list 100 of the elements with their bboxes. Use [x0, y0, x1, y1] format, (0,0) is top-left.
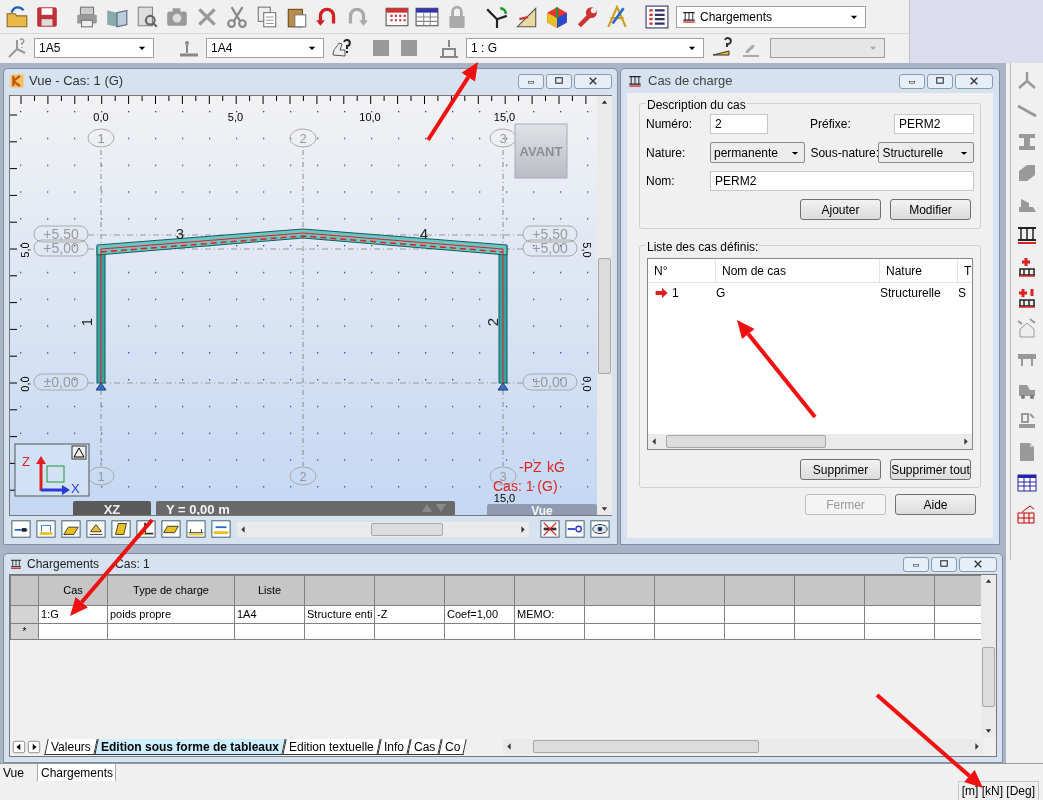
scrollbar-thumb[interactable] [371, 522, 444, 536]
maximize-button[interactable] [546, 73, 572, 89]
legend-component: -PZ [519, 459, 542, 475]
node-selection-dropdown[interactable]: 1A5 [34, 38, 154, 58]
dialog-button[interactable]: Modifier [890, 199, 971, 220]
link-icon[interactable] [563, 519, 587, 539]
column-header[interactable]: Cas [63, 584, 83, 597]
values-icon[interactable] [209, 519, 233, 539]
horizontal-scrollbar[interactable] [648, 434, 972, 449]
number-field[interactable]: 2 [710, 114, 768, 134]
scrollbar-thumb[interactable] [598, 258, 611, 374]
eye-icon[interactable] [588, 519, 612, 539]
next-tab-icon[interactable] [27, 739, 41, 754]
dialog-button[interactable]: Supprimer [800, 459, 881, 480]
bar-numbers-icon[interactable] [34, 519, 58, 539]
maximize-button[interactable] [927, 73, 953, 89]
scrollbar-thumb[interactable] [666, 435, 826, 448]
compass-icon[interactable] [605, 4, 629, 29]
save-icon[interactable] [35, 4, 59, 29]
close-button[interactable] [955, 73, 993, 89]
sheet-tab[interactable]: Co [438, 738, 467, 755]
ruler-label: 15,0 [493, 111, 516, 123]
copy-icon[interactable] [255, 4, 279, 29]
view-selector-dropdown[interactable]: Chargements [676, 5, 866, 28]
maximize-button[interactable] [931, 556, 957, 572]
member-icon[interactable] [485, 4, 509, 29]
sheet-tab[interactable]: Edition sous forme de tableaux [94, 738, 286, 755]
table-cell: poids propre [110, 608, 172, 620]
hand-help-icon[interactable] [330, 37, 352, 59]
ruler-label: 5,0 [581, 242, 593, 258]
close-icon [587, 75, 599, 87]
vertical-scrollbar[interactable] [981, 575, 996, 737]
column-header[interactable]: N° [654, 261, 668, 280]
horizontal-scrollbar[interactable] [503, 739, 983, 754]
wrench-icon[interactable] [575, 4, 599, 29]
view-toggle-icon[interactable] [71, 445, 87, 460]
level-bubble: +5,50 [522, 225, 578, 243]
column-header[interactable]: Nom de cas [722, 261, 787, 280]
column-header[interactable]: Nature [886, 261, 923, 280]
column-header[interactable]: Liste [257, 584, 282, 597]
load-help-icon[interactable] [710, 37, 734, 59]
table-cell: -Z [377, 608, 388, 620]
field-label: Nature: [646, 144, 687, 162]
scrollbar-thumb[interactable] [533, 740, 759, 753]
sheet-tab[interactable]: Valeurs [44, 738, 98, 755]
maximize-icon [553, 75, 565, 87]
grid-axis-bubble: 1 [87, 128, 115, 148]
spreadsheet-icon[interactable] [1015, 472, 1039, 494]
dialog-button[interactable]: Ajouter [800, 199, 881, 220]
name-field[interactable]: PERM2 [710, 171, 974, 191]
loads-icon[interactable] [1015, 224, 1039, 246]
node-numbers-icon[interactable] [9, 519, 33, 539]
scrollbar-thumb[interactable] [982, 647, 995, 707]
column-header[interactable]: T [964, 261, 972, 280]
load-bar-icon[interactable] [438, 37, 460, 59]
sheet-tab[interactable]: Info [376, 738, 411, 755]
dialog-button[interactable]: Supprimer tout [890, 459, 971, 480]
member-label: 4 [419, 225, 429, 242]
close-button[interactable] [959, 556, 997, 572]
cube-icon[interactable] [545, 4, 569, 29]
horizontal-scrollbar[interactable] [237, 521, 530, 537]
dialog-button[interactable]: Aide [895, 494, 976, 515]
node-icon[interactable] [6, 37, 28, 59]
table-cell: MEMO: [517, 608, 555, 620]
sheet-tab[interactable]: Edition textuelle [282, 738, 381, 755]
print-preview-icon[interactable] [135, 4, 159, 29]
subnature-dropdown[interactable]: Structurelle [878, 142, 974, 163]
nature-dropdown[interactable]: permanente [710, 142, 805, 163]
plane-selector[interactable]: XZ [73, 501, 151, 515]
list-window-icon[interactable] [645, 4, 669, 29]
section-icon[interactable] [109, 519, 133, 539]
window-tab[interactable]: Vue [0, 764, 38, 781]
crossed-out-icon[interactable] [538, 519, 562, 539]
axis-triad-icon [36, 456, 70, 495]
square-icon[interactable] [370, 37, 392, 59]
axis-label: X [71, 481, 80, 496]
close-icon [972, 558, 984, 570]
prefix-field[interactable]: PERM2 [894, 114, 974, 134]
bar-selection-dropdown[interactable]: 1A4 [206, 38, 324, 58]
field-label: Préfixe: [810, 116, 852, 133]
dimensions-icon[interactable] [184, 519, 208, 539]
sheet-tab[interactable]: Cas [406, 738, 442, 755]
window-title: Vue - Cas: 1 (G) [29, 72, 124, 91]
open-folder-icon[interactable] [5, 4, 29, 29]
case-list[interactable]: N° Nom de cas Nature T 1 G Structurelle S [647, 258, 973, 450]
supports-icon[interactable] [84, 519, 108, 539]
panel-numbers-icon[interactable] [59, 519, 83, 539]
print-icon[interactable] [75, 4, 99, 29]
plane-icon[interactable] [159, 519, 183, 539]
load-case-dropdown[interactable]: 1 : G [466, 38, 704, 58]
table-cell: 1:G [41, 608, 59, 620]
square-icon[interactable] [398, 37, 420, 59]
first-tab-icon[interactable] [12, 739, 26, 754]
window-tab[interactable]: Chargements [38, 764, 116, 781]
level-bubble: ±0,00 [522, 373, 578, 391]
current-case-arrow-icon [654, 286, 670, 300]
vertical-scrollbar[interactable] [597, 96, 612, 515]
ruler-label: 0,0 [93, 111, 109, 123]
cut-icon[interactable] [225, 4, 249, 29]
close-button[interactable] [574, 73, 612, 89]
